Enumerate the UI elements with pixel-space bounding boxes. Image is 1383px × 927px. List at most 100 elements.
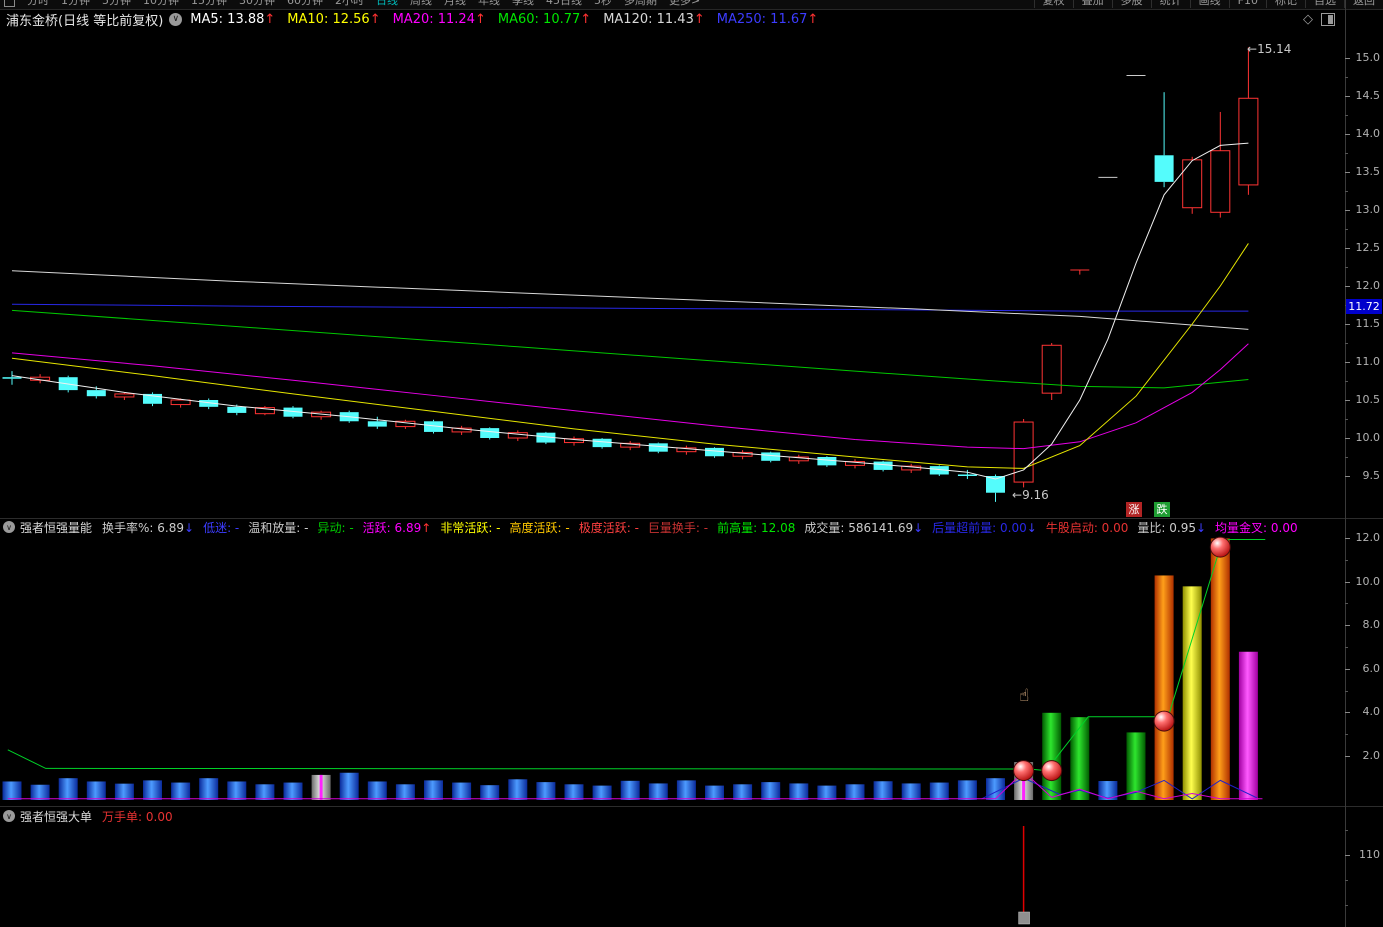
period-tab-分时[interactable]: 分时 [21, 0, 55, 8]
period-tab-2小时[interactable]: 2小时 [329, 0, 370, 8]
axis-tick [1345, 96, 1350, 97]
period-tab-更多>[interactable]: 更多> [663, 0, 706, 8]
axis-tick-minor [1345, 419, 1348, 420]
period-tabs: 分时1分钟5分钟10分钟15分钟30分钟60分钟2小时日线周线月线年线季线45日… [0, 0, 706, 8]
axis-tick-minor [1345, 153, 1348, 154]
vol-readout-异动: 异动: - [317, 521, 353, 535]
volume-bar [536, 782, 555, 800]
low-price-label: ←9.16 [1012, 488, 1049, 502]
tool-标记[interactable]: 标记 [1266, 0, 1305, 8]
period-tab-5秒[interactable]: 5秒 [588, 0, 618, 8]
diamond-icon[interactable]: ◇ [1303, 12, 1313, 27]
tool-画线[interactable]: 画线 [1190, 0, 1229, 8]
volume-chart-canvas[interactable] [0, 536, 1345, 806]
volume-bar [508, 779, 527, 800]
axis-label-vol-12.0: 12.0 [1348, 531, 1380, 544]
tool-叠加[interactable]: 叠加 [1073, 0, 1112, 8]
volume-bar [1211, 538, 1230, 800]
volume-bar [115, 784, 134, 800]
volume-bar [171, 783, 190, 800]
period-tab-1分钟[interactable]: 1分钟 [55, 0, 96, 8]
axis-tick-minor [1345, 343, 1348, 344]
tool-复权[interactable]: 复权 [1034, 0, 1073, 8]
collapse-bigorder-icon[interactable]: ∨ [3, 810, 15, 822]
period-tab-15分钟[interactable]: 15分钟 [185, 0, 233, 8]
axis-label-main-12.0: 12.0 [1348, 279, 1380, 292]
axis-tick [1345, 286, 1350, 287]
volume-bar [761, 782, 780, 800]
arrow-left-icon: ← [1012, 488, 1022, 502]
period-tab-45日线[interactable]: 45日线 [540, 0, 588, 8]
axis-tick [1345, 248, 1350, 249]
tool-统计[interactable]: 统计 [1151, 0, 1190, 8]
bigorder-readout: 万手单: 0.00 [102, 808, 173, 825]
volume-bar [677, 780, 696, 800]
axis-tick [1345, 58, 1350, 59]
vol-readout-巨量换手: 巨量换手: - [648, 521, 708, 535]
axis-label-main-14.0: 14.0 [1348, 127, 1380, 140]
ma-value-MA5: MA5: 13.88↑ [190, 12, 275, 27]
period-tab-60分钟[interactable]: 60分钟 [281, 0, 329, 8]
axis-tick-minor [1345, 734, 1348, 735]
volume-readouts: 换手率%: 6.89↓低迷: -温和放量: -异动: -活跃: 6.89↑非常活… [102, 519, 1307, 536]
signal-ball-marker [1154, 711, 1174, 731]
period-tab-30分钟[interactable]: 30分钟 [233, 0, 281, 8]
tool-多股[interactable]: 多股 [1112, 0, 1151, 8]
candles-layer [3, 47, 1258, 501]
tool-自选[interactable]: 自选 [1305, 0, 1344, 8]
trading-terminal: 分时1分钟5分钟10分钟15分钟30分钟60分钟2小时日线周线月线年线季线45日… [0, 0, 1383, 927]
period-tab-10分钟[interactable]: 10分钟 [137, 0, 185, 8]
period-tab-周线[interactable]: 周线 [404, 0, 438, 8]
volume-bar [846, 784, 865, 800]
ma-values: MA5: 13.88↑MA10: 12.56↑MA20: 11.24↑MA60:… [190, 12, 830, 27]
period-tab-多周期[interactable]: 多周期 [618, 0, 663, 8]
axis-label-main-13.5: 13.5 [1348, 165, 1380, 178]
volume-bar [143, 780, 162, 800]
period-tab-日线[interactable]: 日线 [370, 0, 404, 8]
bigorder-chart-canvas[interactable] [0, 824, 1345, 927]
period-tab-季线[interactable]: 季线 [506, 0, 540, 8]
collapse-main-icon[interactable]: ∨ [169, 13, 182, 26]
split-window-icon[interactable] [1321, 13, 1335, 26]
vol-readout-牛股启动: 牛股启动: 0.00 [1046, 521, 1129, 535]
axis-tick-minor [1345, 381, 1348, 382]
axis-tick-minor [1345, 77, 1348, 78]
axis-tick-minor [1345, 457, 1348, 458]
ma-value-MA20: MA20: 11.24↑ [393, 12, 486, 27]
axis-tick [1345, 538, 1350, 539]
tool-F10[interactable]: F10 [1229, 0, 1266, 8]
axis-tick-minor [1345, 560, 1348, 561]
axis-label-vol-10.0: 10.0 [1348, 575, 1380, 588]
axis-tick-minor [1345, 191, 1348, 192]
vol-readout-换手率%: 换手率%: 6.89↓ [102, 521, 194, 535]
signal-ball-marker [1042, 761, 1062, 781]
vol-readout-后量超前量: 后量超前量: 0.00↓ [932, 521, 1037, 535]
volume-bar [87, 781, 106, 800]
axis-tick-minor [1345, 267, 1348, 268]
collapse-volume-icon[interactable]: ∨ [3, 521, 15, 533]
axis-tick-minor [1345, 830, 1348, 831]
volume-bar [59, 778, 78, 800]
axis-tick [1345, 324, 1350, 325]
ma-line-MA20 [12, 344, 1248, 449]
ma-value-MA120: MA120: 11.43↑ [603, 12, 705, 27]
axis-label-main-12.5: 12.5 [1348, 241, 1380, 254]
volume-bar [593, 786, 612, 800]
period-tab-年线[interactable]: 年线 [472, 0, 506, 8]
volume-bar [31, 785, 50, 800]
tool-menu: 复权叠加多股统计画线F10标记自选返回 [1034, 0, 1383, 8]
tool-返回[interactable]: 返回 [1344, 0, 1383, 8]
period-tab-5分钟[interactable]: 5分钟 [96, 0, 137, 8]
axis-label-main-15.0: 15.0 [1348, 51, 1380, 64]
fall-badge: 跌 [1154, 502, 1170, 517]
axis-tick-minor [1345, 603, 1348, 604]
axis-label-vol-2.0: 2.0 [1348, 749, 1380, 762]
vol-readout-非常活跃: 非常活跃: - [440, 521, 500, 535]
main-chart-canvas[interactable] [0, 28, 1345, 518]
axis-tick-minor [1345, 880, 1348, 881]
vol-readout-量比: 量比: 0.95↓ [1137, 521, 1206, 535]
axis-label-main-9.5: 9.5 [1348, 469, 1380, 482]
period-tab-月线[interactable]: 月线 [438, 0, 472, 8]
arrow-left-icon: ← [1247, 42, 1257, 56]
volume-bar [255, 784, 274, 800]
